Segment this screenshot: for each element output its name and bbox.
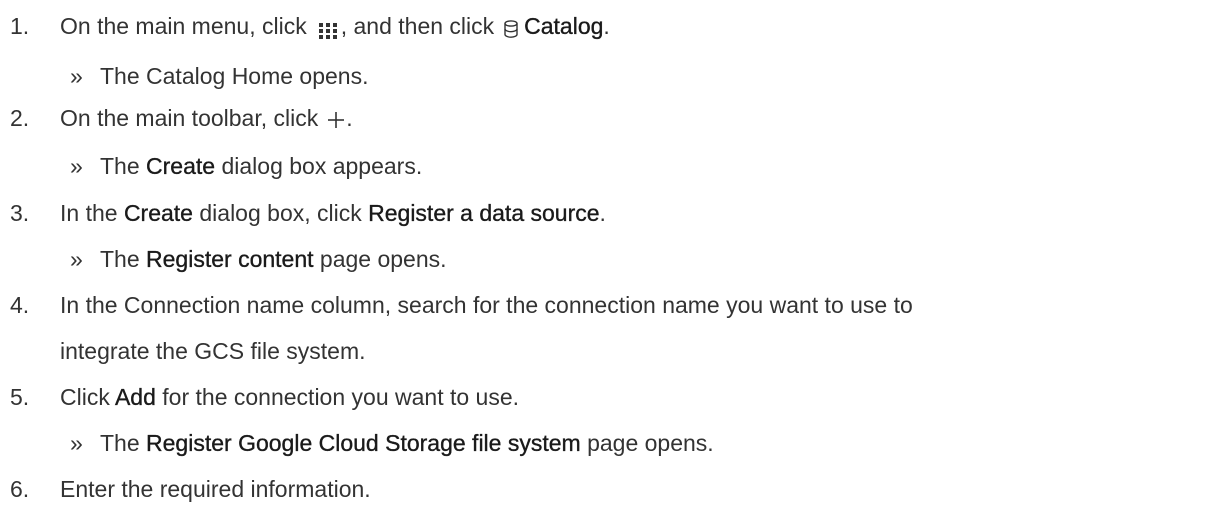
database-icon <box>504 15 518 38</box>
result-marker: » <box>70 153 83 179</box>
plus-icon <box>326 107 346 128</box>
procedure-steps: 1. On the main menu, click , and then cl… <box>0 0 1231 522</box>
grid-icon <box>318 16 337 39</box>
result-text: The Create dialog box appears. <box>100 153 423 179</box>
result-marker: » <box>70 63 83 89</box>
result-marker: » <box>70 430 83 456</box>
step-text: On the main menu, click , and then click… <box>60 13 610 39</box>
create-label: Create <box>123 200 193 226</box>
result-text: The Catalog Home opens. <box>100 63 369 89</box>
register-gcs-label: Register Google Cloud Storage file syste… <box>146 430 581 456</box>
step-text-line-2: integrate the GCS file system. <box>60 338 366 364</box>
step-number: 4. <box>10 292 30 318</box>
step-text: Click Add for the connection you want to… <box>60 384 520 410</box>
step-text-line-1: In the Connection name column, search fo… <box>60 292 913 318</box>
step-text: On the main toolbar, click. <box>60 105 353 131</box>
step-number: 6. <box>10 476 30 502</box>
create-label: Create <box>146 153 216 179</box>
step-number: 1. <box>10 13 30 39</box>
result-text: The Register Google Cloud Storage file s… <box>100 430 714 456</box>
step-text: In the Create dialog box, click Register… <box>60 200 606 226</box>
result-marker: » <box>70 246 83 272</box>
step-text: Enter the required information. <box>60 476 371 502</box>
step-number: 2. <box>10 105 30 131</box>
step-number: 3. <box>10 200 30 226</box>
step-number: 5. <box>10 384 30 410</box>
register-content-label: Register content <box>146 246 314 272</box>
register-data-source-label: Register a data source <box>368 200 600 226</box>
catalog-label: Catalog <box>524 13 604 39</box>
add-label: Add <box>114 384 156 410</box>
result-text: The Register content page opens. <box>100 246 447 272</box>
